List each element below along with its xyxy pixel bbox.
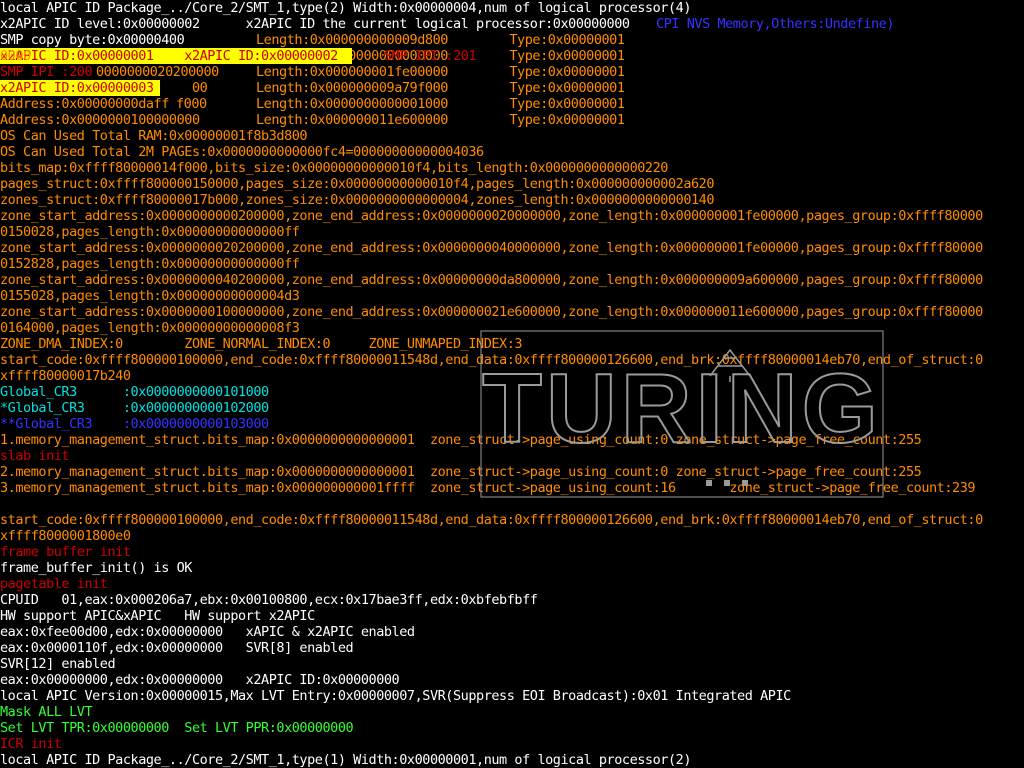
kernel-console-screen: local APIC ID Package_../Core_2/SMT_1,ty…: [0, 0, 1024, 768]
console-line: SMP IPI :201: [384, 48, 477, 64]
console-line: x2APIC ID:0x00000003: [0, 80, 154, 96]
console-line: 0000: [0, 48, 31, 64]
console-line: 0000000020200000: [96, 64, 219, 80]
console-log-top: x2APIC ID:0x00000001 x2APIC ID:0x0000000…: [0, 0, 1024, 768]
console-line: x2APIC ID:0x00000001 x2APIC ID:0x0000000…: [0, 48, 338, 64]
console-line: SMP IPI :200: [0, 64, 93, 80]
